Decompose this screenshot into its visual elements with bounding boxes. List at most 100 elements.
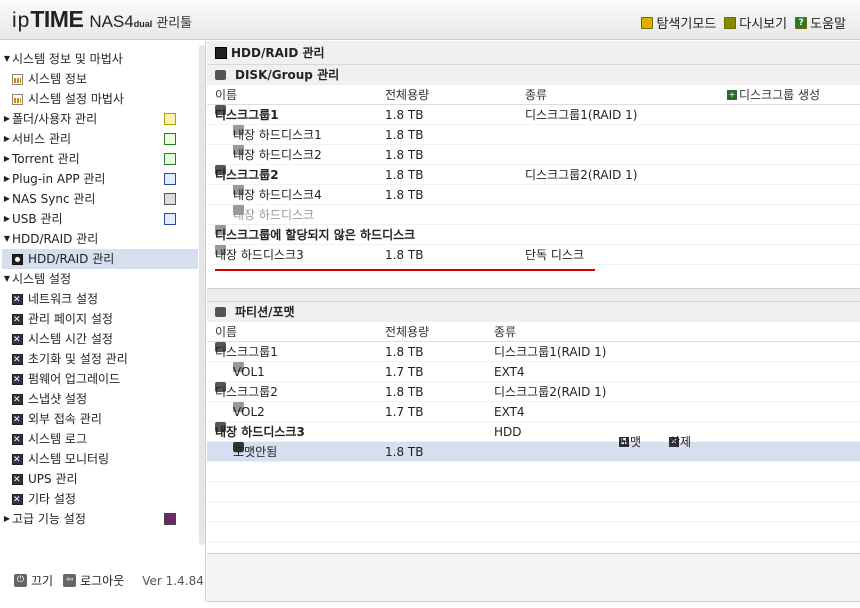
row-type: 디스크그룹1(RAID 1) xyxy=(494,345,607,359)
row-size: 1.8 TB xyxy=(385,248,424,262)
logo-dual: dual xyxy=(133,19,153,29)
table-row[interactable]: 내장 하드디스크3 1.8 TB 단독 디스크 xyxy=(207,245,860,265)
sidebar-item-11[interactable]: ▼ 시스템 설정 xyxy=(2,269,198,289)
explorer-mode-label: 탐색기모드 xyxy=(656,17,717,32)
row-type: 디스크그룹1(RAID 1) xyxy=(525,108,638,122)
table-row[interactable]: 내장 하드디스크1 1.8 TB xyxy=(207,125,860,145)
table-row[interactable]: 디스크그룹1 1.8 TB 디스크그룹1(RAID 1) xyxy=(207,342,860,362)
sidebar-item-10[interactable]: HDD/RAID 관리 xyxy=(2,249,198,269)
row-size: 1.8 TB xyxy=(385,445,424,459)
row-type: EXT4 xyxy=(494,365,525,379)
row-name-text: 디스크그룹1 xyxy=(215,345,278,359)
usb-icon xyxy=(164,213,176,225)
hdd-raid-icon xyxy=(215,46,227,59)
sidebar-item-23[interactable]: ▶ 고급 기능 설정 xyxy=(2,509,198,529)
sidebar-item-label: 시스템 시간 설정 xyxy=(28,332,113,346)
table-row[interactable]: 내장 하드디스크4 1.8 TB xyxy=(207,185,860,205)
sidebar-item-8[interactable]: ▶ USB 관리 xyxy=(2,209,198,229)
sidebar-item-label: UPS 관리 xyxy=(28,472,78,486)
sidebar-item-2[interactable]: 시스템 설정 마법사 xyxy=(2,89,198,109)
row-name-text: 디스크그룹1 xyxy=(215,108,279,122)
logo-nas: NAS4 xyxy=(89,12,134,31)
sync-icon xyxy=(164,193,176,205)
sidebar-item-4[interactable]: ▶ 서비스 관리 xyxy=(2,129,198,149)
table-row[interactable]: 디스크그룹에 할당되지 않은 하드디스크 xyxy=(207,225,860,245)
sidebar-item-20[interactable]: 시스템 모니터링 xyxy=(2,449,198,470)
plugin-icon xyxy=(164,173,176,185)
sidebar-item-3[interactable]: ▶ 폴더/사용자 관리 xyxy=(2,109,198,129)
table-row[interactable]: VOL2 1.7 TB EXT4 xyxy=(207,402,860,422)
col-size: 전체용량 xyxy=(385,325,430,339)
power-off-button[interactable]: 끄기 xyxy=(31,572,53,589)
sidebar-item-5[interactable]: ▶ Torrent 관리 xyxy=(2,149,198,169)
help-icon: ? xyxy=(795,16,808,29)
logout-icon: ⇦ xyxy=(63,574,77,587)
row-type: HDD xyxy=(494,425,522,439)
sidebar-item-label: HDD/RAID 관리 xyxy=(12,232,99,246)
create-disk-group-button[interactable]: + 디스크그룹 생성 xyxy=(727,85,820,105)
disk-table-header: 이름 전체용량 종류 + 디스크그룹 생성 xyxy=(207,85,860,105)
table-row[interactable]: 디스크그룹1 1.8 TB 디스크그룹1(RAID 1) xyxy=(207,105,860,125)
sidebar-item-12[interactable]: 네트워크 설정 xyxy=(2,289,198,310)
collapsed-arrow-icon: ▶ xyxy=(3,114,11,123)
sidebar-item-22[interactable]: 기타 설정 xyxy=(2,489,198,510)
disk-group-icon xyxy=(215,70,226,80)
sidebar-item-0[interactable]: ▼ 시스템 정보 및 마법사 xyxy=(2,49,198,69)
sidebar-item-9[interactable]: ▼ HDD/RAID 관리 xyxy=(2,229,198,249)
row-type: 디스크그룹2(RAID 1) xyxy=(525,168,638,182)
sidebar-item-21[interactable]: UPS 관리 xyxy=(2,469,198,490)
service-icon xyxy=(164,133,176,145)
settings-icon xyxy=(12,450,23,470)
sidebar-item-16[interactable]: 펌웨어 업그레이드 xyxy=(2,369,198,390)
create-disk-group-label: 디스크그룹 생성 xyxy=(739,88,821,102)
version-label: Ver 1.4.84 xyxy=(142,573,204,588)
sidebar-item-6[interactable]: ▶ Plug-in APP 관리 xyxy=(2,169,198,189)
expanded-arrow-icon: ▼ xyxy=(3,274,11,283)
sidebar-item-13[interactable]: 관리 페이지 설정 xyxy=(2,309,198,330)
sidebar-scrollbar[interactable] xyxy=(199,45,205,545)
section-divider xyxy=(207,288,860,302)
help-link[interactable]: ? 도움말 xyxy=(795,13,846,32)
refresh-label: 다시보기 xyxy=(739,17,788,32)
table-row[interactable]: 포맷안됨 1.8 TB ◘ 포맷 ✕ 삭제 xyxy=(207,435,860,462)
settings-icon xyxy=(12,490,23,510)
table-row[interactable]: 내장 하드디스크3 HDD xyxy=(207,422,860,442)
disk-group-title: DISK/Group 관리 xyxy=(235,68,340,82)
sidebar-item-18[interactable]: 외부 접속 관리 xyxy=(2,409,198,430)
table-row[interactable]: 내장 하드디스크 xyxy=(207,205,860,225)
table-row[interactable]: VOL1 1.7 TB EXT4 xyxy=(207,362,860,382)
sidebar-item-14[interactable]: 시스템 시간 설정 xyxy=(2,329,198,350)
row-size: 1.8 TB xyxy=(385,168,424,182)
sidebar-item-label: Plug-in APP 관리 xyxy=(12,172,106,186)
table-row[interactable]: 내장 하드디스크2 1.8 TB xyxy=(207,145,860,165)
sidebar-item-label: 폴더/사용자 관리 xyxy=(12,112,98,126)
sidebar-item-label: 시스템 정보 xyxy=(28,72,88,86)
sidebar-item-15[interactable]: 초기화 및 설정 관리 xyxy=(2,349,198,370)
sidebar-item-label: 펌웨어 업그레이드 xyxy=(28,372,121,386)
row-name-text: 포맷안됨 xyxy=(233,445,278,459)
logo-time: TIME xyxy=(30,6,84,32)
sidebar-item-7[interactable]: ▶ NAS Sync 관리 xyxy=(2,189,198,209)
row-name-text: 디스크그룹2 xyxy=(215,168,279,182)
page-title: HDD/RAID 관리 xyxy=(231,45,325,60)
sidebar-item-17[interactable]: 스냅샷 설정 xyxy=(2,389,198,410)
partition-header: 파티션/포맷 xyxy=(207,302,860,322)
row-name-text: 디스크그룹2 xyxy=(215,385,278,399)
table-row[interactable]: 디스크그룹2 1.8 TB 디스크그룹2(RAID 1) xyxy=(207,382,860,402)
collapsed-arrow-icon: ▶ xyxy=(3,174,11,183)
logout-button[interactable]: 로그아웃 xyxy=(80,572,124,589)
chart-icon xyxy=(12,93,23,105)
sidebar-item-19[interactable]: 시스템 로그 xyxy=(2,429,198,450)
explorer-mode-link[interactable]: 탐색기모드 xyxy=(641,13,716,32)
sidebar-item-label: USB 관리 xyxy=(12,212,63,226)
table-row[interactable]: 디스크그룹2 1.8 TB 디스크그룹2(RAID 1) xyxy=(207,165,860,185)
sidebar-item-label: 시스템 설정 xyxy=(12,272,72,286)
sidebar-item-1[interactable]: 시스템 정보 xyxy=(2,69,198,89)
sidebar-item-label: 외부 접속 관리 xyxy=(28,412,102,426)
refresh-link[interactable]: 다시보기 xyxy=(724,13,787,32)
col-type: 종류 xyxy=(494,325,517,339)
folder-user-icon xyxy=(164,113,176,125)
hdd-raid-icon xyxy=(12,253,23,265)
delete-label: 삭제 xyxy=(669,435,692,449)
row-name-text: VOL2 xyxy=(233,405,265,419)
